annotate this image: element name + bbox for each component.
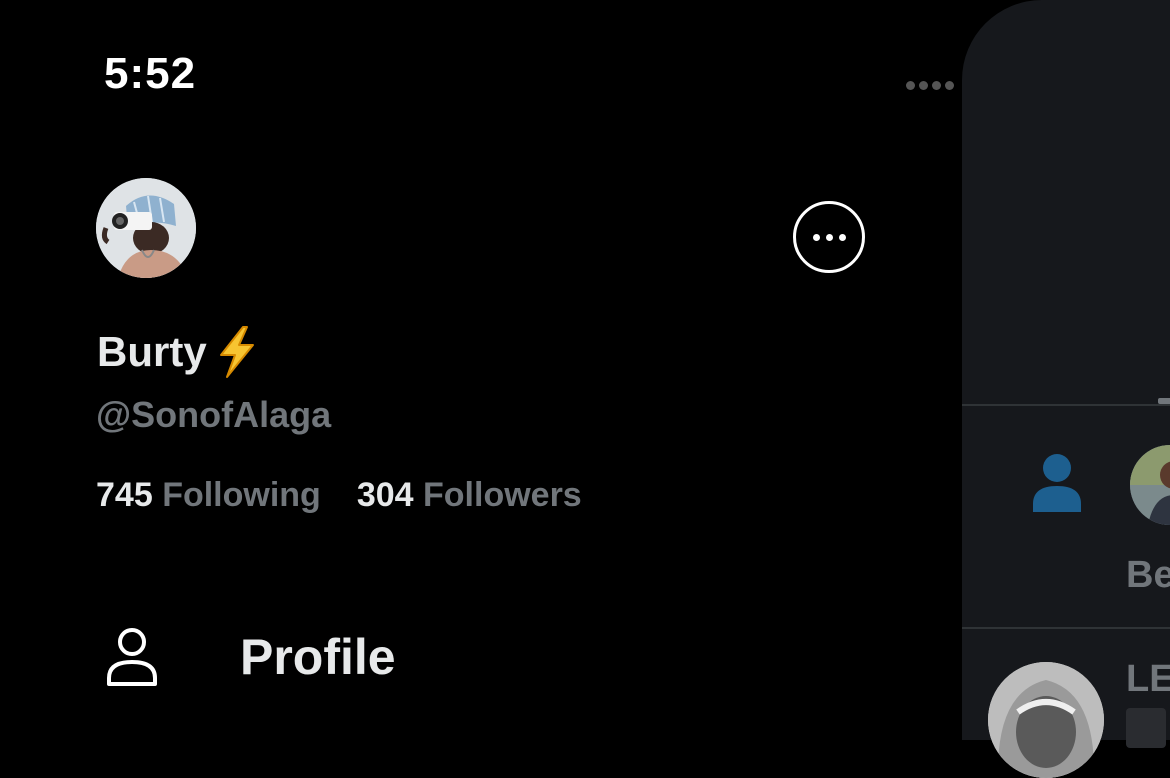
followers-count: 304 — [356, 476, 414, 514]
timeline-avatar-photo — [1130, 445, 1170, 525]
timeline-partial-text: Be — [1126, 554, 1170, 596]
timeline-partial-text: LE — [1126, 658, 1170, 700]
status-bar-time: 5:52 — [104, 49, 197, 98]
more-dot — [825, 233, 833, 241]
followers-label: Followers — [423, 476, 582, 514]
timeline-avatar-photo — [988, 662, 1104, 778]
lightning-bolt-icon — [219, 326, 254, 378]
timeline-avatar[interactable] — [1130, 445, 1170, 525]
followers-stat[interactable]: 304 Followers — [357, 473, 582, 517]
person-filled-icon — [1033, 454, 1081, 512]
menu-item-profile[interactable]: Profile — [106, 626, 396, 688]
follow-stats: 745 Following 304 Followers — [96, 473, 582, 517]
timeline-avatar[interactable] — [988, 662, 1104, 778]
display-name: Burty — [97, 328, 207, 375]
avatar-photo — [96, 178, 196, 278]
following-count: 745 — [96, 476, 153, 514]
account-avatar[interactable] — [96, 178, 196, 278]
menu-item-label: Profile — [240, 629, 396, 685]
cellular-signal-icon — [906, 81, 954, 90]
display-name-row[interactable]: Burty — [97, 325, 261, 379]
following-stat[interactable]: 745 Following — [96, 473, 321, 517]
more-options-button[interactable] — [793, 201, 865, 273]
person-outline-icon — [107, 628, 157, 686]
account-handle[interactable]: @SonofAlaga — [96, 392, 331, 438]
divider — [962, 627, 1170, 629]
more-dot — [812, 233, 820, 241]
timeline-partial-text-block — [1126, 708, 1166, 748]
following-label: Following — [162, 476, 321, 514]
background-timeline-panel[interactable]: Be LE — [962, 0, 1170, 778]
divider — [962, 404, 1170, 406]
more-dot — [838, 233, 846, 241]
